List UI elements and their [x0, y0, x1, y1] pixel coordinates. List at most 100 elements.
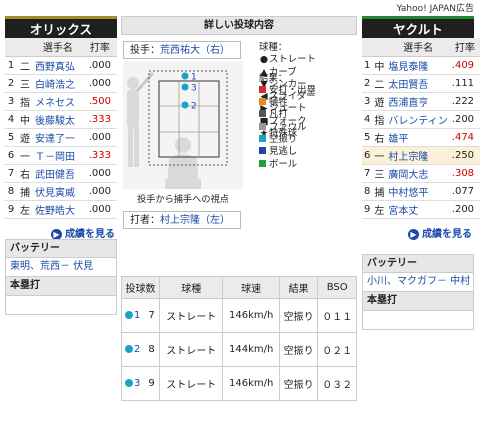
result-color-square-icon: [259, 122, 266, 130]
lineup-row: 8 捕伏見寅威 .000: [5, 182, 117, 201]
position: 遊: [17, 128, 33, 147]
batting-average: .111: [449, 74, 480, 93]
pitch-result: 空振り: [278, 366, 319, 401]
col-pitch-type: 球種: [158, 276, 224, 299]
strike-zone-view: 1 3 2: [123, 61, 243, 189]
batting-average: .200: [449, 110, 480, 129]
player-name-link[interactable]: 廣岡大志: [386, 164, 450, 183]
pitch-count-cell: 28: [121, 332, 160, 367]
player-name-link[interactable]: 太田賢吾: [386, 74, 450, 93]
result-label: 犠牲: [269, 97, 288, 109]
result-color-square-icon: [259, 147, 266, 155]
player-name-link[interactable]: 伏見寅威: [33, 182, 83, 201]
result-item: 安打・出塁: [259, 85, 355, 97]
right-homerun-body: [362, 311, 474, 330]
lineup-row: 1 二西野真弘 .000: [5, 56, 117, 75]
pitch-table-wrap: 投球数 球種 球速 結果 BSO 1 7 ストレート 146km/h 空振り ０１１ 2 8 ス…: [121, 276, 357, 401]
pitch-marker-number[interactable]: 2: [134, 344, 140, 355]
player-name-link[interactable]: 白崎浩之: [33, 74, 83, 93]
right-battery: バッテリー 小川、マクガフ－ 中村 本塁打: [362, 254, 474, 330]
lineup-row: 9 左佐野皓大 .000: [5, 200, 117, 219]
lineup-row: 2 二太田賢吾 .111: [362, 74, 480, 93]
pitch-type-label: ストレート: [269, 54, 316, 66]
player-name-link[interactable]: Ｔ－岡田: [33, 146, 83, 165]
pitch-speed: 146km/h: [222, 366, 280, 401]
col-no: [362, 38, 373, 57]
batting-average: .222: [449, 92, 480, 111]
batting-order: 3: [362, 92, 373, 111]
left-stats-link[interactable]: ▶ 成績を見る: [51, 228, 115, 240]
batting-order: 6: [5, 146, 17, 165]
player-name-link[interactable]: 宮本丈: [386, 200, 450, 219]
position: 一: [17, 146, 33, 165]
batting-average: .409: [449, 56, 480, 75]
batting-average: .500: [82, 92, 117, 111]
batting-order: 5: [362, 128, 373, 147]
batting-average: .308: [449, 164, 480, 183]
pitch-count-cell: 17: [121, 298, 160, 333]
batting-order: 1: [362, 56, 373, 75]
col-avg: 打率: [449, 38, 480, 57]
lineup-row: 6 一 Ｔ－岡田 .333: [5, 146, 117, 165]
lineup-row: 3 遊西浦直亨 .222: [362, 92, 480, 111]
player-name-link[interactable]: 後藤駿太: [33, 110, 83, 129]
right-battery-title: バッテリー: [362, 254, 474, 273]
pitcher-name[interactable]: 荒西祐大（右）: [160, 45, 230, 56]
batting-order: 1: [5, 56, 17, 75]
batting-average: .474: [449, 128, 480, 147]
col-result: 結果: [278, 276, 319, 299]
player-name-link[interactable]: 塩見泰隆: [386, 56, 450, 75]
right-stats-link[interactable]: ▶ 成績を見る: [408, 228, 472, 240]
pitch-sequence: 7: [148, 310, 155, 321]
right-team-panel: ヤクルト 選手名 打率 1 中塩見泰隆 .409 2 二太田賢吾 .111 3 遊西浦直亨 .2…: [362, 16, 480, 240]
left-battery-names[interactable]: 東明、荒西－ 伏見: [5, 258, 117, 277]
lineup-row: 5 右雄平 .474: [362, 128, 480, 147]
right-homerun-title: 本塁打: [362, 292, 474, 311]
player-name-link[interactable]: バレンティン: [386, 110, 450, 129]
lineup-row: 6 一村上宗隆 .250: [362, 146, 480, 165]
pitcher-label: 投手：: [130, 45, 160, 56]
right-lineup-table: 選手名 打率 1 中塩見泰隆 .409 2 二太田賢吾 .111 3 遊西浦直亨 .222 4 指バ…: [362, 38, 480, 219]
player-name-link[interactable]: 佐野皓大: [33, 200, 83, 219]
batter-name[interactable]: 村上宗隆（左）: [160, 215, 230, 226]
player-name-link[interactable]: 雄平: [386, 128, 450, 147]
player-name-link[interactable]: 中村悠平: [386, 182, 450, 201]
pitch-type: ストレート: [158, 298, 224, 333]
batting-order: 9: [5, 200, 17, 219]
left-homerun-body: [5, 296, 117, 315]
ad-label[interactable]: Yahoo! JAPAN広告: [397, 1, 474, 14]
left-team-panel: オリックス 選手名 打率 1 二西野真弘 .000 2 三白崎浩之 .000 3 指メネセス.…: [5, 16, 117, 240]
position: 二: [17, 56, 33, 75]
position: 左: [17, 200, 33, 219]
pitch-result: 空振り: [278, 332, 319, 367]
player-name-link[interactable]: 武田健吾: [33, 164, 83, 183]
pitch-sequence: 8: [148, 344, 155, 355]
position: 右: [372, 128, 387, 147]
pitch-detail-panel: 詳しい投球内容: [121, 16, 357, 35]
player-name-link[interactable]: メネセス: [33, 92, 83, 111]
pitch-marker-number[interactable]: 3: [134, 378, 140, 389]
batting-order: 2: [362, 74, 373, 93]
pitch-sequence: 9: [148, 378, 155, 389]
left-homerun-title: 本塁打: [5, 277, 117, 296]
pitch-speed: 144km/h: [222, 332, 280, 367]
result-label: 凡打: [269, 109, 288, 121]
col-pos: [372, 38, 387, 57]
pitch-table: 投球数 球種 球速 結果 BSO 1 7 ストレート 146km/h 空振り ０１１ 2 8 ス…: [121, 276, 357, 401]
player-name-link[interactable]: 村上宗隆: [386, 146, 450, 165]
batting-order: 8: [5, 182, 17, 201]
player-name-link[interactable]: 西浦直亨: [386, 92, 450, 111]
batting-average: .000: [82, 56, 117, 75]
pitch-marker-number[interactable]: 1: [134, 310, 140, 321]
position: 指: [372, 110, 387, 129]
result-item: 空振り: [259, 134, 355, 146]
lineup-row: 5 遊安達了一 .000: [5, 128, 117, 147]
player-name-link[interactable]: 安達了一: [33, 128, 83, 147]
player-name-link[interactable]: 西野真弘: [33, 56, 83, 75]
batting-average: .000: [82, 200, 117, 219]
right-battery-names[interactable]: 小川、マクガフ－ 中村: [362, 273, 474, 292]
arrow-right-icon: ▶: [408, 228, 419, 240]
result-item: ファウル: [259, 122, 355, 134]
col-speed: 球速: [222, 276, 280, 299]
position: 遊: [372, 92, 387, 111]
